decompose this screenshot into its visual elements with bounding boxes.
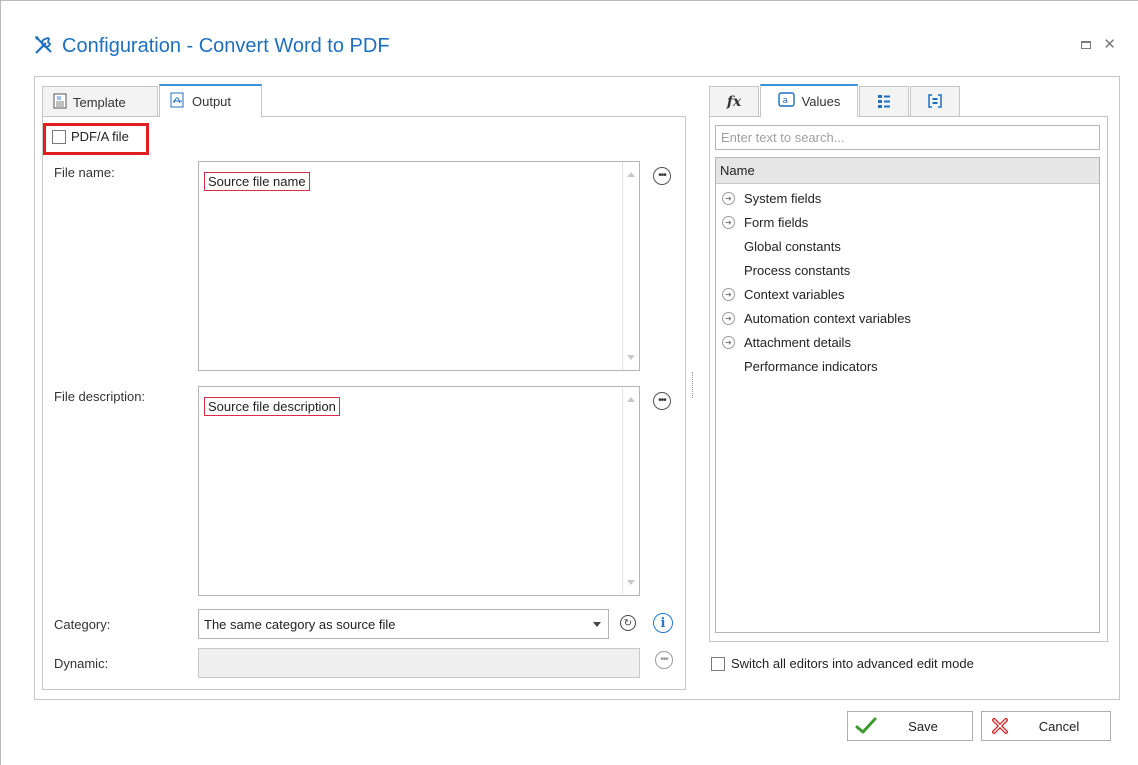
ellipsis-icon: ••• <box>658 170 666 181</box>
dynamic-more-button: ••• <box>655 651 673 669</box>
ellipsis-icon: ••• <box>658 395 666 406</box>
cancel-button[interactable]: Cancel <box>981 711 1111 741</box>
tree-item-context-variables[interactable]: ➔ Context variables <box>716 282 844 306</box>
close-icon[interactable]: ✕ <box>1103 37 1116 53</box>
values-icon: a <box>777 92 796 111</box>
tree-item-performance-indicators[interactable]: Performance indicators <box>716 354 878 378</box>
category-value: The same category as source file <box>204 616 396 632</box>
file-name-more-button[interactable]: ••• <box>653 167 671 185</box>
scroll-down-icon[interactable] <box>627 580 635 585</box>
tree-item-system-fields[interactable]: ➔ System fields <box>716 186 821 210</box>
tree-item-attachment-details[interactable]: ➔ Attachment details <box>716 330 851 354</box>
advanced-mode-checkbox[interactable] <box>711 656 725 671</box>
column-header-name[interactable]: Name <box>716 158 1099 184</box>
window-frame-top <box>0 0 1138 1</box>
tab-template[interactable]: W Template <box>42 86 158 117</box>
tree-item-automation-context-variables[interactable]: ➔ Automation context variables <box>716 306 911 330</box>
tab-values-label: Values <box>801 94 841 109</box>
fx-icon: fx <box>726 94 742 110</box>
brackets-icon <box>927 93 943 112</box>
pdfa-highlight-box <box>43 123 149 155</box>
word-template-icon: W <box>53 93 67 112</box>
values-tree: Name ➔ System fields ➔ Form fields Globa… <box>715 157 1100 633</box>
tree-item-label: Form fields <box>744 214 809 230</box>
file-description-scrollbar[interactable] <box>622 387 639 595</box>
scroll-down-icon[interactable] <box>627 355 635 360</box>
info-icon[interactable]: i <box>653 613 673 633</box>
chevron-down-icon[interactable] <box>593 622 601 627</box>
expand-arrow-icon[interactable]: ➔ <box>722 191 735 205</box>
svg-text:a: a <box>782 96 788 106</box>
cancel-icon <box>982 716 1018 736</box>
panel-splitter[interactable] <box>692 372 694 398</box>
file-description-more-button[interactable]: ••• <box>653 392 671 410</box>
scroll-up-icon[interactable] <box>627 397 635 402</box>
window-title: Configuration - Convert Word to PDF <box>62 34 390 57</box>
pdf-output-icon <box>170 92 186 111</box>
tree-item-form-fields[interactable]: ➔ Form fields <box>716 210 808 234</box>
tab-controls[interactable] <box>910 86 960 117</box>
tab-output-label: Output <box>192 94 232 109</box>
expand-arrow-icon[interactable]: ➔ <box>722 335 735 349</box>
checkmark-icon <box>848 717 884 735</box>
expand-arrow-icon[interactable]: ➔ <box>722 215 735 229</box>
tree-item-label: Automation context variables <box>744 310 911 326</box>
save-button-label: Save <box>908 718 938 734</box>
tree-item-label: Attachment details <box>744 334 851 350</box>
tree-item-label: Process constants <box>744 262 851 278</box>
window-title-bar: Configuration - Convert Word to PDF <box>32 31 390 61</box>
save-button[interactable]: Save <box>847 711 973 741</box>
list-icon <box>876 93 892 112</box>
window-frame-left <box>0 0 1 765</box>
file-name-label: File name: <box>54 165 115 180</box>
tab-template-label: Template <box>73 94 126 110</box>
tree-item-label: System fields <box>744 190 822 206</box>
advanced-mode-label: Switch all editors into advanced edit mo… <box>731 656 974 671</box>
file-name-value[interactable]: Source file name <box>204 172 310 191</box>
ellipsis-icon: ••• <box>660 654 668 665</box>
file-description-value[interactable]: Source file description <box>204 397 340 416</box>
file-name-editor[interactable]: Source file name <box>198 161 640 371</box>
tree-item-label: Global constants <box>744 238 841 254</box>
tools-icon <box>32 33 56 60</box>
file-description-editor[interactable]: Source file description <box>198 386 640 596</box>
scroll-up-icon[interactable] <box>627 172 635 177</box>
tab-functions[interactable]: fx <box>709 86 759 117</box>
expand-arrow-icon[interactable]: ➔ <box>722 311 735 325</box>
dynamic-input <box>198 648 640 678</box>
svg-text:W: W <box>57 96 62 102</box>
file-name-scrollbar[interactable] <box>622 162 639 370</box>
cancel-button-label: Cancel <box>1038 718 1080 734</box>
refresh-icon[interactable]: ↻ <box>620 615 636 631</box>
tree-item-process-constants[interactable]: Process constants <box>716 258 850 282</box>
expand-arrow-icon[interactable]: ➔ <box>722 287 735 301</box>
tab-output[interactable]: Output <box>159 84 262 117</box>
category-label: Category: <box>54 617 111 632</box>
file-description-label: File description: <box>54 389 146 404</box>
category-select[interactable]: The same category as source file <box>198 609 609 639</box>
window-controls: ✕ <box>1081 37 1116 53</box>
dynamic-label: Dynamic: <box>54 656 109 671</box>
tree-item-label: Performance indicators <box>744 358 878 374</box>
search-input[interactable]: Enter text to search... <box>715 125 1100 150</box>
tree-item-global-constants[interactable]: Global constants <box>716 234 841 258</box>
advanced-mode-row[interactable]: Switch all editors into advanced edit mo… <box>711 656 974 671</box>
tab-values[interactable]: a Values <box>760 84 858 117</box>
tab-data-sources[interactable] <box>859 86 909 117</box>
tree-item-label: Context variables <box>744 286 845 302</box>
maximize-icon[interactable] <box>1081 41 1092 49</box>
